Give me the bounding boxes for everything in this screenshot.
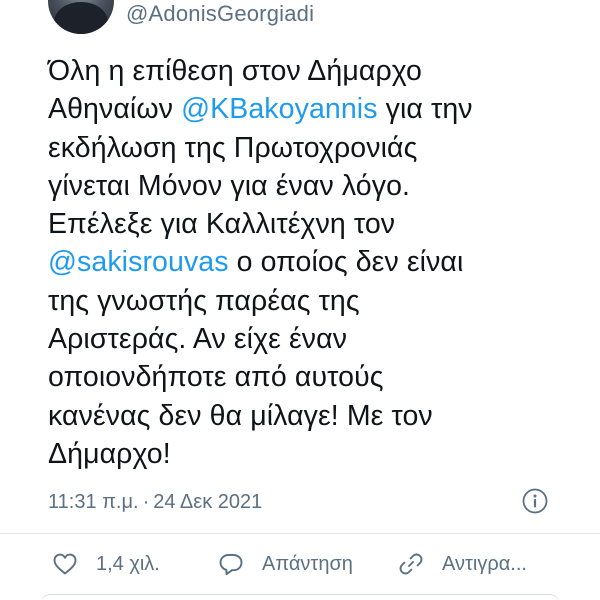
tweet-text-line: Αθηναίων @KBakoyannis για την [48,90,578,128]
tweet-text-segment: Επέλεξε για Καλλιτέχνη τον [48,208,396,241]
tweet-timestamp[interactable]: 11:31 π.μ. · 24 Δεκ 2021 [48,489,262,515]
tweet-detail-view: @AdonisGeorgiadi Όλη η επίθεση στον Δήμα… [0,0,600,600]
avatar-suit [54,2,108,34]
reply-composer-edge [40,594,560,600]
tweet-text-line: Όλη η επίθεση στον Δήμαρχο [48,52,578,90]
divider [0,533,600,534]
tweet-text-line: κανένας δεν θα μίλαγε! Με τον [48,397,578,435]
tweet-text-segment: της γνωστής παρέας της [48,284,360,317]
action-bar: 1,4 χιλ. Απάντηση Αντιγρα... [48,549,600,579]
tweet-text-line: εκδήλωση της Πρωτοχρονιάς [48,129,578,167]
tweet-text-line: Αριστεράς. Αν είχε έναν [48,320,578,358]
tweet-text-segment: Όλη η επίθεση στον Δήμαρχο [48,55,423,87]
tweet-text-segment: Δήμαρχο! [48,437,171,470]
copy-link-button[interactable]: Αντιγρα... [398,549,527,579]
tweet-text-line: γίνεται Μόνον για έναν λόγο. [48,167,578,205]
reply-label: Απάντηση [262,553,353,575]
copy-link-label: Αντιγρα... [442,553,527,575]
tweet-text-line: Δήμαρχο! [48,435,578,473]
speech-bubble-icon [219,554,243,576]
avatar[interactable] [48,0,114,34]
tweet-text-segment: γίνεται Μόνον για έναν λόγο. [48,169,411,202]
tweet-text-segment: οποιονδήποτε από αυτούς [48,361,384,394]
tweet-text-line: της γνωστής παρέας της [48,282,578,320]
tweet-text-segment: ο οποίος δεν είναι [228,246,464,279]
tweet-text-line: οποιονδήποτε από αυτούς [48,358,578,396]
tweet-text-line: Επέλεξε για Καλλιτέχνη τον [48,205,578,243]
info-icon[interactable] [522,488,548,514]
tweet-text-segment: Αριστεράς. Αν είχε έναν [48,323,348,356]
reply-button[interactable]: Απάντηση [218,549,353,579]
tweet-date: 24 Δεκ 2021 [153,491,263,513]
tweet-text-line: @sakisrouvas ο οποίος δεν είναι [48,243,578,281]
like-button[interactable]: 1,4 χιλ. [52,549,160,579]
tweet-text-segment: κανένας δεν θα μίλαγε! Με τον [48,399,433,432]
heart-outline-icon [53,553,77,575]
like-count: 1,4 χιλ. [96,553,160,575]
timestamp-separator: · [142,491,150,513]
author-handle[interactable]: @AdonisGeorgiadi [126,0,314,28]
mention-link[interactable]: @sakisrouvas [48,246,229,278]
tweet-text-segment: για την [377,93,473,126]
tweet-text-segment: Αθηναίων [48,93,182,126]
link-icon [399,553,423,575]
tweet-text-segment: εκδήλωση της Πρωτοχρονιάς [48,131,418,164]
tweet-text: Όλη η επίθεση στον Δήμαρχο Αθηναίων @KBak… [48,52,578,473]
mention-link[interactable]: @KBakoyannis [181,93,377,125]
tweet-time: 11:31 π.μ. [48,491,139,513]
